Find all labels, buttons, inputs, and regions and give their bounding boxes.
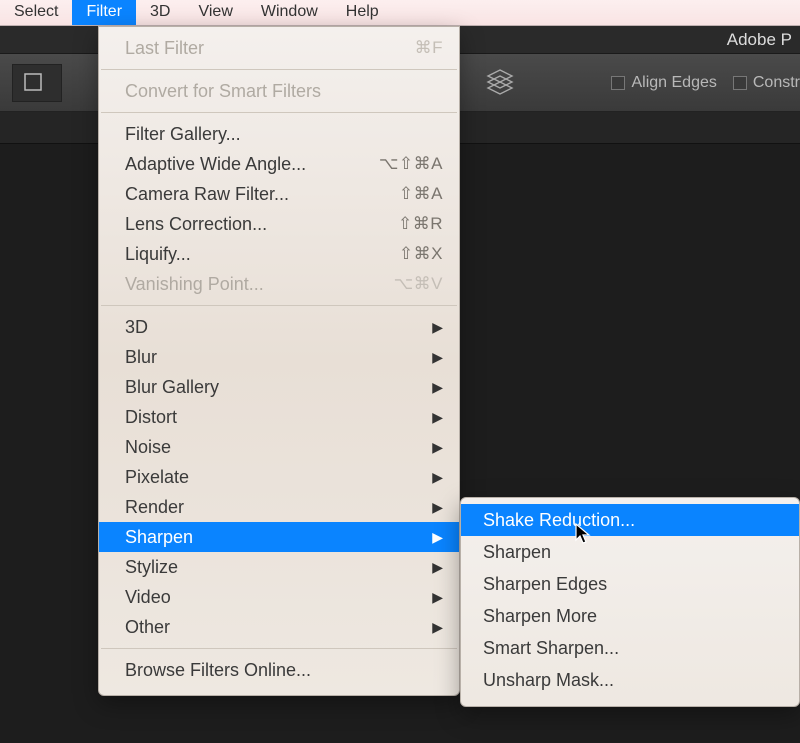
menubar-item-select[interactable]: Select [0, 0, 72, 25]
menu-item-label: 3D [125, 317, 148, 338]
menu-item-label: Stylize [125, 557, 178, 578]
submenu-item-sharpen-more[interactable]: Sharpen More [461, 600, 799, 632]
submenu-item-label: Sharpen More [483, 606, 597, 627]
menubar-item-filter[interactable]: Filter [72, 0, 136, 25]
menu-separator [101, 112, 457, 113]
menu-item-label: Noise [125, 437, 171, 458]
menu-item-last-filter: Last Filter ⌘F [99, 33, 459, 63]
tool-icon [23, 72, 51, 94]
align-edges-label: Align Edges [631, 74, 716, 92]
submenu-arrow-icon: ▶ [432, 619, 443, 636]
submenu-arrow-icon: ▶ [432, 589, 443, 606]
menubar: Select Filter 3D View Window Help [0, 0, 800, 26]
menu-item-filter-gallery[interactable]: Filter Gallery... [99, 119, 459, 149]
menu-item-label: Sharpen [125, 527, 193, 548]
submenu-item-label: Shake Reduction... [483, 510, 635, 531]
submenu-arrow-icon: ▶ [432, 319, 443, 336]
checkbox-icon [733, 76, 747, 90]
menu-item-liquify[interactable]: Liquify... ⇧⌘X [99, 239, 459, 269]
menu-item-blur[interactable]: Blur ▶ [99, 342, 459, 372]
menu-item-lens-correction[interactable]: Lens Correction... ⇧⌘R [99, 209, 459, 239]
submenu-arrow-icon: ▶ [432, 529, 443, 546]
submenu-arrow-icon: ▶ [432, 349, 443, 366]
menu-item-label: Other [125, 617, 170, 638]
align-edges-checkbox[interactable]: Align Edges [611, 74, 716, 92]
menu-item-camera-raw-filter[interactable]: Camera Raw Filter... ⇧⌘A [99, 179, 459, 209]
submenu-item-sharpen-edges[interactable]: Sharpen Edges [461, 568, 799, 600]
menu-item-shortcut: ⇧⌘R [398, 214, 443, 234]
menu-item-label: Convert for Smart Filters [125, 81, 321, 102]
submenu-arrow-icon: ▶ [432, 439, 443, 456]
layers-icon [485, 67, 515, 97]
submenu-arrow-icon: ▶ [432, 559, 443, 576]
submenu-item-label: Sharpen [483, 542, 551, 563]
menu-item-sharpen[interactable]: Sharpen ▶ [99, 522, 459, 552]
menubar-item-3d[interactable]: 3D [136, 0, 184, 25]
submenu-item-shake-reduction[interactable]: Shake Reduction... [461, 504, 799, 536]
constrain-checkbox[interactable]: Constr [733, 74, 800, 92]
menu-item-distort[interactable]: Distort ▶ [99, 402, 459, 432]
menu-item-noise[interactable]: Noise ▶ [99, 432, 459, 462]
menu-item-label: Camera Raw Filter... [125, 184, 289, 205]
menubar-item-help[interactable]: Help [332, 0, 393, 25]
app-title: Adobe P [727, 30, 792, 50]
menu-item-shortcut: ⇧⌘A [399, 184, 443, 204]
menu-item-label: Pixelate [125, 467, 189, 488]
submenu-arrow-icon: ▶ [432, 409, 443, 426]
menu-item-label: Video [125, 587, 171, 608]
menu-item-3d[interactable]: 3D ▶ [99, 312, 459, 342]
menu-item-browse-filters-online[interactable]: Browse Filters Online... [99, 655, 459, 685]
menu-item-render[interactable]: Render ▶ [99, 492, 459, 522]
menu-item-label: Blur Gallery [125, 377, 219, 398]
menu-item-label: Blur [125, 347, 157, 368]
menu-item-stylize[interactable]: Stylize ▶ [99, 552, 459, 582]
submenu-item-unsharp-mask[interactable]: Unsharp Mask... [461, 664, 799, 696]
menu-item-shortcut: ⌘F [415, 38, 443, 58]
menu-item-shortcut: ⌥⇧⌘A [379, 154, 443, 174]
constrain-label: Constr [753, 74, 800, 92]
submenu-item-smart-sharpen[interactable]: Smart Sharpen... [461, 632, 799, 664]
tool-preset-picker[interactable] [12, 64, 62, 102]
submenu-item-sharpen[interactable]: Sharpen [461, 536, 799, 568]
submenu-item-label: Sharpen Edges [483, 574, 607, 595]
menu-item-video[interactable]: Video ▶ [99, 582, 459, 612]
menu-item-label: Render [125, 497, 184, 518]
menu-item-pixelate[interactable]: Pixelate ▶ [99, 462, 459, 492]
menubar-item-window[interactable]: Window [247, 0, 332, 25]
menu-item-label: Lens Correction... [125, 214, 267, 235]
menu-item-blur-gallery[interactable]: Blur Gallery ▶ [99, 372, 459, 402]
menu-item-label: Distort [125, 407, 177, 428]
menu-item-label: Browse Filters Online... [125, 660, 311, 681]
menu-separator [101, 69, 457, 70]
menu-item-convert-smart-filters: Convert for Smart Filters [99, 76, 459, 106]
submenu-arrow-icon: ▶ [432, 499, 443, 516]
submenu-arrow-icon: ▶ [432, 469, 443, 486]
layer-stack-icon[interactable] [482, 64, 518, 100]
menu-item-adaptive-wide-angle[interactable]: Adaptive Wide Angle... ⌥⇧⌘A [99, 149, 459, 179]
submenu-item-label: Smart Sharpen... [483, 638, 619, 659]
menu-item-vanishing-point: Vanishing Point... ⌥⌘V [99, 269, 459, 299]
menu-item-other[interactable]: Other ▶ [99, 612, 459, 642]
menu-item-label: Liquify... [125, 244, 191, 265]
menu-item-shortcut: ⌥⌘V [394, 274, 443, 294]
menu-item-shortcut: ⇧⌘X [399, 244, 443, 264]
menu-separator [101, 305, 457, 306]
sharpen-submenu: Shake Reduction... Sharpen Sharpen Edges… [460, 497, 800, 707]
menu-item-label: Filter Gallery... [125, 124, 241, 145]
menu-item-label: Last Filter [125, 38, 204, 59]
menu-item-label: Adaptive Wide Angle... [125, 154, 306, 175]
filter-menu: Last Filter ⌘F Convert for Smart Filters… [98, 26, 460, 696]
submenu-item-label: Unsharp Mask... [483, 670, 614, 691]
menu-item-label: Vanishing Point... [125, 274, 264, 295]
menubar-item-view[interactable]: View [184, 0, 246, 25]
checkbox-icon [611, 76, 625, 90]
menu-separator [101, 648, 457, 649]
submenu-arrow-icon: ▶ [432, 379, 443, 396]
